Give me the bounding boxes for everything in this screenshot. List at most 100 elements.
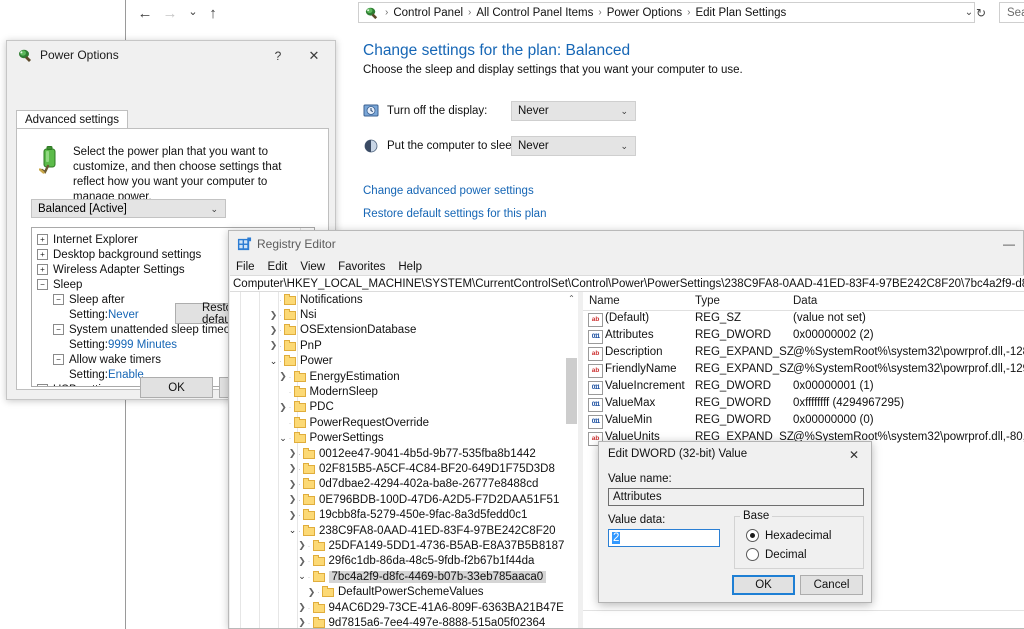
expand-icon[interactable]: +: [37, 249, 48, 260]
registry-key-node[interactable]: ❯ · EnergyEstimation: [230, 369, 578, 384]
registry-key-node[interactable]: ❯ · PnP: [230, 338, 578, 353]
registry-value-row[interactable]: 011 ValueIncrement REG_DWORD 0x00000001 (1): [583, 379, 1024, 396]
registry-key-node[interactable]: ❯ · 94AC6D29-73CE-41A6-809F-6363BA21B47E: [230, 600, 578, 615]
chevron-right-icon[interactable]: ❯: [268, 325, 279, 336]
change-advanced-power-settings-link[interactable]: Change advanced power settings: [363, 185, 534, 197]
registry-key-node[interactable]: ❯ · 29f6c1db-86da-48c5-9fdb-f2b67b1f44da: [230, 554, 578, 569]
chevron-right-icon[interactable]: ❯: [287, 463, 298, 474]
edit-dword-close-button[interactable]: ✕: [844, 446, 864, 464]
chevron-right-icon[interactable]: ❯: [306, 587, 317, 598]
registry-key-node[interactable]: ❯ · OSExtensionDatabase: [230, 323, 578, 338]
address-bar[interactable]: › Control Panel › All Control Panel Item…: [358, 2, 975, 23]
column-header-data[interactable]: Data: [793, 295, 817, 307]
registry-key-node[interactable]: ⌄ · Power: [230, 354, 578, 369]
chevron-right-icon[interactable]: ❯: [297, 617, 308, 628]
expand-icon[interactable]: +: [37, 264, 48, 275]
menu-favorites[interactable]: Favorites: [338, 261, 385, 273]
turn-off-display-select[interactable]: Never ⌄: [511, 101, 636, 121]
registry-key-node[interactable]: ❯ · 0012ee47-9041-4b5d-9b77-535fba8b1442: [230, 446, 578, 461]
scrollbar-thumb[interactable]: [566, 358, 577, 424]
chevron-right-icon[interactable]: ❯: [297, 540, 308, 551]
power-setting-value[interactable]: Enable: [108, 369, 144, 381]
registry-key-node[interactable]: ❯ · PDC: [230, 400, 578, 415]
edit-dword-ok-button[interactable]: OK: [732, 575, 795, 595]
chevron-right-icon[interactable]: ❯: [278, 371, 289, 382]
back-button[interactable]: ←: [134, 1, 156, 25]
edit-dword-cancel-button[interactable]: Cancel: [800, 575, 863, 595]
chevron-right-icon[interactable]: ❯: [287, 494, 298, 505]
recent-locations-button[interactable]: ⌄: [182, 0, 204, 24]
breadcrumb-all-items[interactable]: All Control Panel Items: [474, 7, 595, 19]
registry-value-row[interactable]: 011 ValueMin REG_DWORD 0x00000000 (0): [583, 413, 1024, 430]
refresh-button[interactable]: ↻: [971, 2, 991, 23]
collapse-icon[interactable]: −: [37, 279, 48, 290]
registry-key-node[interactable]: ❯ · 19cbb8fa-5279-450e-9fac-8a3d5fedd0c1: [230, 507, 578, 522]
menu-edit[interactable]: Edit: [268, 261, 288, 273]
registry-value-row[interactable]: ab FriendlyName REG_EXPAND_SZ @%SystemRoot%…: [583, 362, 1024, 379]
search-input[interactable]: Search Control Panel: [999, 2, 1024, 23]
sleep-select[interactable]: Never ⌄: [511, 136, 636, 156]
registry-value-row[interactable]: 011 ValueMax REG_DWORD 0xffffffff (42949672…: [583, 396, 1024, 413]
close-button[interactable]: ✕: [303, 46, 325, 66]
radio-hexadecimal[interactable]: Hexadecimal: [746, 529, 831, 542]
power-options-ok-button[interactable]: OK: [140, 377, 213, 398]
registry-key-node[interactable]: ❯ · 0E796BDB-100D-47D6-A2D5-F7D2DAA51F51: [230, 492, 578, 507]
chevron-right-icon[interactable]: ❯: [287, 510, 298, 521]
registry-key-node[interactable]: · Notifications: [230, 292, 578, 307]
power-setting-value[interactable]: 9999 Minutes: [108, 339, 177, 351]
registry-key-node[interactable]: ❯ · 25DFA149-5DD1-4736-B5AB-E8A37B5B8187: [230, 538, 578, 553]
menu-file[interactable]: File: [236, 261, 255, 273]
chevron-right-icon[interactable]: ❯: [297, 602, 308, 613]
expand-icon[interactable]: +: [37, 234, 48, 245]
scroll-up-icon[interactable]: ⌃: [565, 292, 578, 305]
power-plan-select[interactable]: Balanced [Active] ⌄: [31, 199, 226, 218]
collapse-icon[interactable]: −: [53, 354, 64, 365]
value-data-input[interactable]: 2: [608, 529, 720, 547]
up-button[interactable]: ↑: [202, 1, 224, 25]
power-setting-value[interactable]: Never: [108, 309, 139, 321]
registry-key-node[interactable]: ❯ · Nsi: [230, 307, 578, 322]
chevron-down-icon[interactable]: ⌄: [297, 571, 308, 582]
chevron-down-icon[interactable]: ⌄: [287, 525, 298, 536]
registry-key-tree[interactable]: · Notifications ❯ · Nsi ❯ · OSExtensionDatabase…: [230, 292, 578, 628]
registry-value-row[interactable]: ab Description REG_EXPAND_SZ @%SystemRoot%\…: [583, 345, 1024, 362]
registry-key-node[interactable]: · ModernSleep: [230, 384, 578, 399]
registry-key-node[interactable]: ❯ · DefaultPowerSchemeValues: [230, 584, 578, 599]
column-header-type[interactable]: Type: [695, 295, 720, 307]
registry-key-node[interactable]: ⌄ · 238C9FA8-0AAD-41ED-83F4-97BE242C8F20: [230, 523, 578, 538]
registry-value-row[interactable]: ab (Default) REG_SZ (value not set): [583, 311, 1024, 328]
registry-key-node[interactable]: ❯ · 0d7dbae2-4294-402a-ba8e-26777e8488cd: [230, 477, 578, 492]
registry-value-row[interactable]: 011 Attributes REG_DWORD 0x00000002 (2): [583, 328, 1024, 345]
breadcrumb-control-panel[interactable]: Control Panel: [391, 7, 465, 19]
chevron-right-icon[interactable]: ❯: [278, 402, 289, 413]
menu-help[interactable]: Help: [398, 261, 422, 273]
registry-key-node[interactable]: ❯ · 9d7815a6-7ee4-497e-8888-515a05f02364: [230, 615, 578, 628]
restore-default-settings-link[interactable]: Restore default settings for this plan: [363, 208, 546, 220]
chevron-right-icon[interactable]: ❯: [287, 448, 298, 459]
collapse-icon[interactable]: −: [53, 294, 64, 305]
chevron-right-icon[interactable]: ❯: [297, 556, 308, 567]
tab-advanced-settings[interactable]: Advanced settings: [16, 110, 128, 129]
expand-icon[interactable]: +: [37, 384, 48, 386]
chevron-right-icon[interactable]: ❯: [268, 310, 279, 321]
registry-key-node[interactable]: ❯ · 02F815B5-A5CF-4C84-BF20-649D1F75D3D8: [230, 461, 578, 476]
chevron-down-icon[interactable]: ⌄: [268, 356, 279, 367]
chevron-down-icon[interactable]: ⌄: [278, 433, 289, 444]
radio-decimal[interactable]: Decimal: [746, 548, 807, 561]
minimize-button[interactable]: —: [1003, 237, 1015, 251]
registry-key-node[interactable]: ⌄ · 7bc4a2f9-d8fc-4469-b07b-33eb785aaca0: [230, 569, 578, 584]
breadcrumb-power-options[interactable]: Power Options: [605, 7, 684, 19]
breadcrumb-edit-plan-settings[interactable]: Edit Plan Settings: [693, 7, 788, 19]
chevron-right-icon[interactable]: ❯: [268, 340, 279, 351]
chevron-right-icon[interactable]: ❯: [287, 479, 298, 490]
collapse-icon[interactable]: −: [53, 324, 64, 335]
menu-view[interactable]: View: [300, 261, 325, 273]
registry-key-node[interactable]: ⌄ · PowerSettings: [230, 431, 578, 446]
column-header-name[interactable]: Name: [589, 295, 620, 307]
forward-button[interactable]: →: [159, 1, 181, 25]
registry-address-bar[interactable]: Computer\HKEY_LOCAL_MACHINE\SYSTEM\Curre…: [230, 275, 1024, 292]
help-button[interactable]: ?: [267, 46, 289, 66]
value-name-input[interactable]: Attributes: [608, 488, 864, 506]
registry-tree-scrollbar[interactable]: ⌃: [565, 292, 578, 628]
registry-key-node[interactable]: · PowerRequestOverride: [230, 415, 578, 430]
